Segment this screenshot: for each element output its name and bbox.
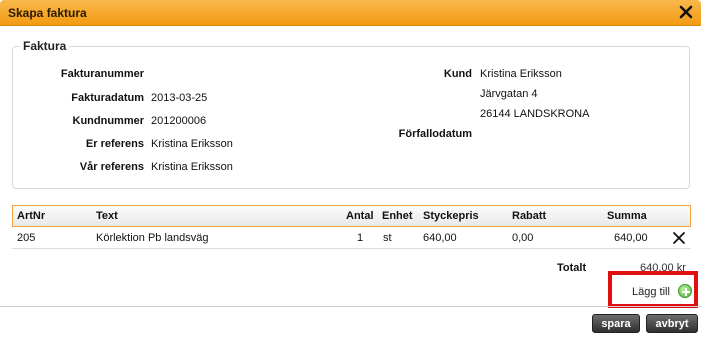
cancel-button[interactable]: avbryt (646, 314, 698, 333)
table-row[interactable]: 205 Körlektion Pb landsväg 1 st 640,00 0… (12, 227, 691, 249)
var-referens-value: Kristina Eriksson (151, 161, 233, 173)
kund-name: Kristina Eriksson (480, 68, 562, 80)
row-enhet: st (383, 232, 392, 244)
fakturadatum-value: 2013-03-25 (151, 92, 208, 104)
col-artnr: ArtNr (17, 210, 46, 222)
row-rabatt: 0,00 (512, 232, 534, 244)
add-row-label: Lägg till (632, 286, 670, 298)
col-antal: Antal (346, 210, 374, 222)
forfallodatum-label: Förfallodatum (398, 128, 472, 140)
row-antal: 1 (357, 232, 364, 244)
kund-street: Järvgatan 4 (480, 88, 538, 100)
col-text: Text (96, 210, 118, 222)
kundnummer-value: 201200006 (151, 115, 207, 127)
col-summa: Summa (607, 210, 647, 222)
row-artnr: 205 (17, 232, 36, 244)
delete-row-icon[interactable] (672, 231, 686, 245)
col-enhet: Enhet (382, 210, 413, 222)
save-button[interactable]: spara (592, 314, 640, 333)
row-styckepris: 640,00 (423, 232, 457, 244)
table-header: ArtNr Text Antal Enhet Styckepris Rabatt… (12, 205, 691, 227)
totals-label: Totalt (557, 262, 587, 274)
close-icon[interactable] (679, 5, 693, 19)
row-text: Körlektion Pb landsväg (96, 232, 209, 244)
kund-city: 26144 LANDSKRONA (480, 108, 590, 120)
fakturanummer-label: Fakturanummer (60, 68, 144, 80)
kund-label: Kund (443, 68, 472, 80)
er-referens-label: Er referens (85, 138, 144, 150)
kundnummer-label: Kundnummer (72, 115, 145, 127)
row-summa: 640,00 (614, 232, 648, 244)
dialog-titlebar: Skapa faktura (0, 0, 701, 26)
add-icon (678, 284, 692, 298)
col-styckepris: Styckepris (423, 210, 479, 222)
fieldset-legend: Faktura (20, 39, 70, 53)
dialog-title: Skapa faktura (8, 6, 87, 20)
footer-divider (0, 306, 701, 307)
var-referens-label: Vår referens (79, 161, 144, 173)
er-referens-value: Kristina Eriksson (151, 138, 233, 150)
add-row-button[interactable]: Lägg till (608, 271, 698, 308)
col-rabatt: Rabatt (512, 210, 547, 222)
fakturadatum-label: Fakturadatum (71, 92, 144, 104)
